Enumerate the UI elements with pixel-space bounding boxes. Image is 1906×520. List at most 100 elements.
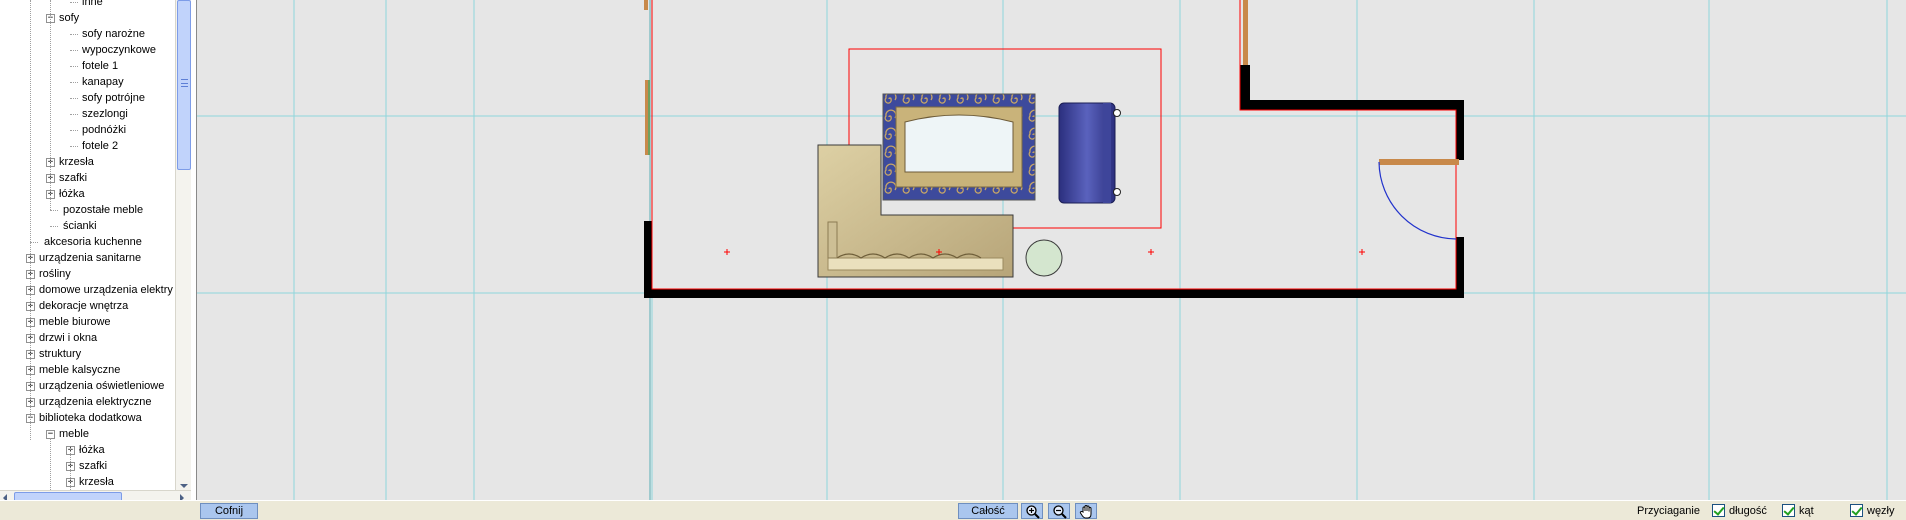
tree-item[interactable]: + krzesła (0, 474, 175, 490)
tree-connector (70, 66, 78, 67)
tree-horizontal-scrollbar[interactable] (0, 490, 191, 500)
zoom-in-icon (1026, 505, 1040, 519)
tree-item[interactable]: + szafki (0, 170, 175, 186)
tree-connector (70, 130, 78, 131)
tree-item[interactable]: − biblioteka dodatkowa (0, 410, 175, 426)
rug (882, 93, 1036, 201)
tree-item-label: łóżka (79, 444, 105, 456)
tree-item-label: biblioteka dodatkowa (39, 412, 142, 424)
snap-label: Przyciaganie (1637, 505, 1700, 517)
tree-connector (70, 34, 78, 35)
tree-item[interactable]: podnóżki (0, 122, 175, 138)
tree-item[interactable]: akcesoria kuchenne (0, 234, 175, 250)
tree-item[interactable]: − sofy (0, 10, 175, 26)
zoom-in-button[interactable] (1021, 503, 1043, 519)
tree-connector (70, 82, 78, 83)
tree-item[interactable]: + meble biurowe (0, 314, 175, 330)
tree-item[interactable]: + urządzenia elektryczne (0, 394, 175, 410)
window-left-inner (648, 80, 650, 155)
tree-item[interactable]: ścianki (0, 218, 175, 234)
tree-item-label: meble (59, 428, 89, 440)
snap-angle-checkbox[interactable] (1782, 504, 1795, 517)
tree-connector (70, 2, 78, 3)
tree-horizontal-scroll-thumb[interactable] (14, 492, 122, 500)
tree-item[interactable]: pozostałe meble (0, 202, 175, 218)
scroll-down-arrow-icon[interactable] (180, 484, 188, 488)
round-table (1025, 239, 1063, 277)
tree-item-label: akcesoria kuchenne (44, 236, 142, 248)
tree-item-label: sofy narożne (82, 28, 145, 40)
tree-item[interactable]: + łóżka (0, 186, 175, 202)
tree-item[interactable]: + dekoracje wnętrza (0, 298, 175, 314)
tree-item[interactable]: wypoczynkowe (0, 42, 175, 58)
bottom-toolbar: Cofnij Całość Przyciaganie długość kąt w… (0, 500, 1906, 520)
wall-segment-top-right (1243, 0, 1248, 65)
tree-item-label: urządzenia sanitarne (39, 252, 142, 264)
snap-angle-label: kąt (1799, 505, 1814, 517)
floor-plan-canvas[interactable] (197, 0, 1906, 500)
wall-segment-top-left (644, 0, 648, 10)
tree-item-label: sofy potrójne (82, 92, 145, 104)
tree-item[interactable]: − meble (0, 426, 175, 442)
tree-item[interactable]: + meble kalsyczne (0, 362, 175, 378)
tree-item-label: urządzenia elektryczne (39, 396, 152, 408)
tree-item-label: szezlongi (82, 108, 128, 120)
tree-connector (30, 242, 38, 243)
tree-item-label: sofy (59, 12, 80, 24)
tree-connector (70, 146, 78, 147)
tree-connector (70, 50, 78, 51)
tree-item[interactable]: fotele 2 (0, 138, 175, 154)
tree-item-label: łóżka (59, 188, 85, 200)
floor-plan-drawing[interactable] (197, 0, 1906, 500)
snap-nodes-label: węzły (1867, 505, 1895, 517)
door-swing-arc (1378, 161, 1457, 240)
tree-guide-line (30, 0, 31, 440)
tree-item[interactable]: inne (0, 0, 175, 10)
tree-item[interactable]: + łóżka (0, 442, 175, 458)
tree-item[interactable]: sofy narożne (0, 26, 175, 42)
tree-item-label: kanapay (82, 76, 124, 88)
tree-item[interactable]: + urządzenia sanitarne (0, 250, 175, 266)
tree-item-label: drzwi i okna (39, 332, 98, 344)
tree-item[interactable]: + domowe urządzenia elektry (0, 282, 175, 298)
tree-item[interactable]: + krzesła (0, 154, 175, 170)
grip-icon (181, 79, 188, 87)
tree-vertical-scrollbar[interactable] (175, 0, 191, 490)
snap-nodes-checkbox[interactable] (1850, 504, 1863, 517)
tree-connector (50, 210, 58, 211)
zoom-out-button[interactable] (1048, 503, 1070, 519)
tree-item-label: meble kalsyczne (39, 364, 121, 376)
tree-item[interactable]: szezlongi (0, 106, 175, 122)
tree-item[interactable]: kanapay (0, 74, 175, 90)
tree-item[interactable]: + drzwi i okna (0, 330, 175, 346)
tree-item-label: pozostałe meble (63, 204, 144, 216)
tree-item-label: szafki (79, 460, 108, 472)
pan-button[interactable] (1075, 503, 1097, 519)
tree-item-label: struktury (39, 348, 82, 360)
tree-item-label: fotele 1 (82, 60, 119, 72)
tree-connector (70, 98, 78, 99)
snap-length-checkbox[interactable] (1712, 504, 1725, 517)
tree-item[interactable]: + rośliny (0, 266, 175, 282)
hand-pan-icon (1079, 504, 1092, 519)
armchair (1058, 102, 1121, 204)
library-tree[interactable]: inne − sofy sofy narożne wypoczynkowe fotele … (0, 0, 197, 500)
tree-item-label: fotele 2 (82, 140, 119, 152)
tree-item[interactable]: fotele 1 (0, 58, 175, 74)
tree-item[interactable]: sofy potrójne (0, 90, 175, 106)
tree-item-label: urządzenia oświetleniowe (39, 380, 165, 392)
door-leaf (1379, 159, 1459, 165)
tree-item[interactable]: + szafki (0, 458, 175, 474)
tree-item-label: rośliny (39, 268, 71, 280)
tree-item[interactable]: + urządzenia oświetleniowe (0, 378, 175, 394)
tree-vertical-scroll-thumb[interactable] (177, 0, 191, 170)
fit-all-button[interactable]: Całość (958, 503, 1018, 519)
tree-item[interactable]: + struktury (0, 346, 175, 362)
tree-item-label: meble biurowe (39, 316, 111, 328)
tree-guide-line (50, 0, 51, 210)
tree-item-label: krzesła (79, 476, 114, 488)
tree-item-label: dekoracje wnętrza (39, 300, 129, 312)
undo-button[interactable]: Cofnij (200, 503, 258, 519)
tree-connector (70, 114, 78, 115)
tree-item-label: wypoczynkowe (82, 44, 156, 56)
